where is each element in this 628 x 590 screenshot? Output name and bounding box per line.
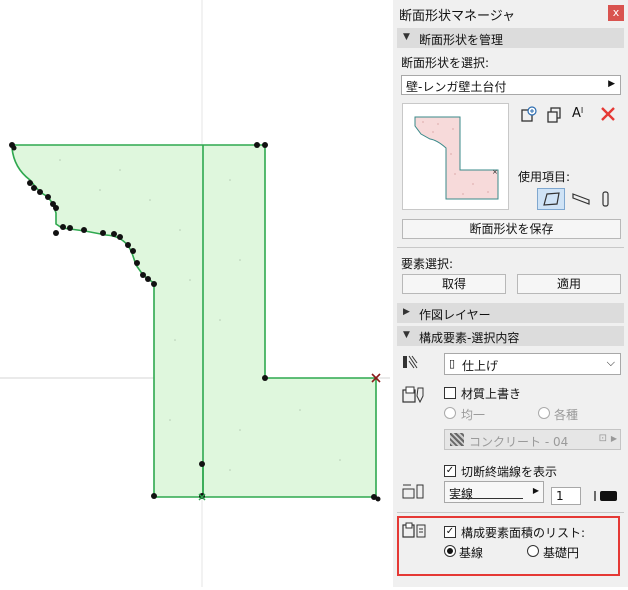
base-circle-radio[interactable] [527,545,539,557]
material-value: コンクリート - 04 [469,435,569,449]
override-material-checkbox[interactable] [444,387,456,399]
rename-profile-icon[interactable]: AI [572,106,592,124]
expand-arrow-icon: ▶ [403,307,410,317]
section-components-header[interactable]: ▼ 構成要素-選択内容 [397,326,624,346]
submenu-arrow-icon: ▶ [608,79,615,89]
finish-dropdown[interactable]: ▯ 仕上げ ⌵ [444,353,621,375]
pen-color-swatch[interactable] [593,489,619,503]
pen-number-value: 1 [556,489,564,503]
section-components-label: 構成要素-選択内容 [419,331,520,345]
base-line-label: 基線 [459,546,484,560]
material-settings-icon: ⊡ [598,433,607,444]
override-material-label: 材質上書き [461,387,522,401]
profile-manager-panel: 断面形状マネージャ x ▼ 断面形状を管理 断面形状を選択: 壁-レンガ壁土台付… [393,0,628,587]
duplicate-profile-icon[interactable] [546,106,564,124]
show-cut-end-lines-label: 切断終端線を表示 [461,465,558,479]
section-layers-label: 作図レイヤー [419,308,491,322]
get-button[interactable]: 取得 [402,274,506,294]
panel-titlebar[interactable]: 断面形状マネージャ x [393,0,628,26]
material-dropdown[interactable]: コンクリート - 04 ⊡ ▶ [444,429,621,450]
element-select-label: 要素選択: [401,257,454,271]
list-component-areas-checkbox[interactable]: ✓ [444,526,456,538]
submenu-arrow-icon: ▶ [532,486,539,495]
area-list-icon [401,521,429,541]
collapse-arrow-icon: ▼ [403,32,410,42]
section-manage-label: 断面形状を管理 [419,33,504,47]
save-profile-button[interactable]: 断面形状を保存 [402,219,621,239]
section-layers-header[interactable]: ▶ 作図レイヤー [397,303,624,323]
usage-column-icon[interactable] [600,190,612,208]
delete-profile-icon[interactable] [599,105,617,123]
line-type-value: 実線 [449,487,474,501]
finish-value: 仕上げ [462,359,499,373]
selected-profile-value: 壁-レンガ壁土台付 [406,80,507,94]
base-line-radio[interactable] [444,545,456,557]
svg-text:×: × [492,168,498,176]
uniform-radio[interactable] [444,407,456,419]
collapse-arrow-icon: ▼ [403,330,410,340]
uniform-label: 均一 [461,408,486,422]
divider [397,512,624,513]
various-radio[interactable] [538,407,550,419]
panel-title: 断面形状マネージャ [399,9,516,24]
list-component-areas-label: 構成要素面積のリスト: [461,526,586,540]
end-line-icon [401,482,429,502]
material-swatch-icon [450,433,464,446]
profile-drawing[interactable] [0,0,390,587]
chevron-down-icon: ⌵ [606,356,615,369]
divider [397,247,624,248]
new-profile-icon[interactable] [520,106,538,124]
section-manage-header[interactable]: ▼ 断面形状を管理 [397,28,624,48]
surface-icon [401,354,419,370]
show-cut-end-lines-checkbox[interactable]: ✓ [444,465,456,477]
close-button[interactable]: x [608,5,624,21]
pen-number-field[interactable]: 1 [551,487,581,505]
select-profile-label: 断面形状を選択: [401,56,490,70]
line-type-dropdown[interactable]: 実線 ▶ [444,481,544,503]
submenu-arrow-icon: ▶ [610,434,617,443]
line-sample [451,498,523,499]
base-circle-label: 基礎円 [543,546,580,560]
usage-label: 使用項目: [518,170,571,184]
various-label: 各種 [554,408,579,422]
profile-preview-thumbnail: × [402,103,509,210]
profile-select-dropdown[interactable]: 壁-レンガ壁土台付 ▶ [401,75,621,95]
apply-button[interactable]: 適用 [517,274,621,294]
usage-wall-icon[interactable] [537,188,565,210]
usage-beam-icon[interactable] [571,190,591,208]
profile-editor-canvas[interactable] [0,0,390,587]
finish-icon: ▯ [449,357,456,370]
material-brush-icon [401,384,429,404]
profile-shape[interactable] [11,144,377,498]
